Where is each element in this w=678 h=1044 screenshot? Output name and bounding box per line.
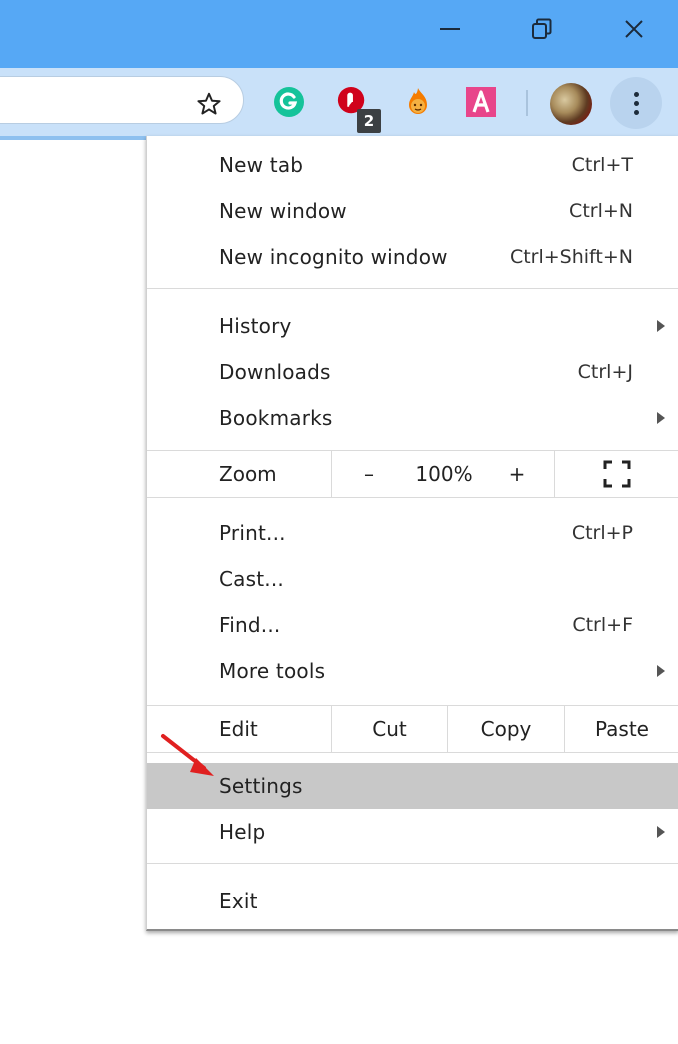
submenu-arrow-icon <box>657 412 665 424</box>
zoom-row: Zoom – 100% + <box>147 450 678 498</box>
menu-item-label: Exit <box>219 889 258 913</box>
menu-item-label: Bookmarks <box>219 406 333 430</box>
three-dots-vertical-icon <box>633 91 639 115</box>
menu-item-new-incognito-window[interactable]: New incognito window Ctrl+Shift+N <box>147 234 678 280</box>
menu-item-find[interactable]: Find... Ctrl+F <box>147 602 678 648</box>
restore-icon <box>532 18 552 39</box>
bookmark-star-button[interactable] <box>196 91 222 117</box>
menu-item-label: Print... <box>219 521 286 545</box>
paste-button[interactable]: Paste <box>564 706 678 752</box>
profile-avatar[interactable] <box>550 83 592 125</box>
zoom-in-button[interactable]: + <box>482 451 552 497</box>
submenu-arrow-icon <box>657 320 665 332</box>
menu-divider <box>147 863 678 864</box>
page-edge <box>0 136 146 140</box>
menu-item-bookmarks[interactable]: Bookmarks <box>147 395 678 441</box>
extension-badge: 2 <box>357 109 381 133</box>
menu-item-help[interactable]: Help <box>147 809 678 855</box>
menu-item-shortcut: Ctrl+J <box>577 361 633 383</box>
submenu-arrow-icon <box>657 665 665 677</box>
menu-item-cast[interactable]: Cast... <box>147 556 678 602</box>
letter-a-icon <box>466 87 496 117</box>
fire-extension[interactable] <box>402 86 434 118</box>
menu-item-label: New tab <box>219 153 304 177</box>
close-icon <box>625 20 643 38</box>
menu-item-shortcut: Ctrl+T <box>571 154 633 176</box>
menu-item-downloads[interactable]: Downloads Ctrl+J <box>147 349 678 395</box>
menu-item-history[interactable]: History <box>147 303 678 349</box>
submenu-arrow-icon <box>657 826 665 838</box>
menu-divider <box>147 288 678 289</box>
a-extension[interactable] <box>465 86 497 118</box>
minimize-button[interactable] <box>428 12 472 46</box>
menu-item-shortcut: Ctrl+N <box>569 200 633 222</box>
menu-item-label: More tools <box>219 659 326 683</box>
chrome-main-menu: New tab Ctrl+T New window Ctrl+N New inc… <box>146 136 678 931</box>
menu-item-label: New window <box>219 199 347 223</box>
star-icon <box>197 92 221 115</box>
cut-button[interactable]: Cut <box>331 706 447 752</box>
fullscreen-icon <box>603 460 631 488</box>
menu-item-settings[interactable]: Settings <box>147 763 678 809</box>
menu-item-shortcut: Ctrl+F <box>572 614 633 636</box>
menu-item-exit[interactable]: Exit <box>147 878 678 924</box>
close-button[interactable] <box>612 12 656 46</box>
menu-item-label: Find... <box>219 613 281 637</box>
fullscreen-button[interactable] <box>554 451 678 497</box>
menu-item-label: History <box>219 314 292 338</box>
menu-item-shortcut: Ctrl+Shift+N <box>509 246 633 268</box>
grammarly-icon <box>274 87 304 117</box>
menu-item-new-window[interactable]: New window Ctrl+N <box>147 188 678 234</box>
minimize-icon <box>440 28 460 30</box>
grammarly-extension[interactable] <box>273 86 305 118</box>
menu-item-print[interactable]: Print... Ctrl+P <box>147 510 678 556</box>
toolbar-separator <box>526 90 528 116</box>
menu-item-new-tab[interactable]: New tab Ctrl+T <box>147 142 678 188</box>
chrome-menu-button[interactable] <box>610 77 662 129</box>
restore-button[interactable] <box>520 12 564 46</box>
title-bar <box>0 0 678 68</box>
menu-item-label: Downloads <box>219 360 331 384</box>
edit-row: Edit Cut Copy Paste <box>147 705 678 753</box>
menu-item-label: New incognito window <box>219 245 448 269</box>
menu-item-label: Settings <box>219 774 303 798</box>
zoom-label: Zoom <box>219 462 277 486</box>
fire-face-icon <box>409 88 427 114</box>
menu-item-label: Cast... <box>219 567 284 591</box>
copy-button[interactable]: Copy <box>447 706 564 752</box>
annotation-arrow-icon <box>161 734 214 776</box>
menu-item-shortcut: Ctrl+P <box>571 522 633 544</box>
zoom-out-button[interactable]: – <box>331 451 406 497</box>
zoom-level: 100% <box>415 462 473 486</box>
menu-item-label: Help <box>219 820 266 844</box>
menu-item-more-tools[interactable]: More tools <box>147 648 678 694</box>
